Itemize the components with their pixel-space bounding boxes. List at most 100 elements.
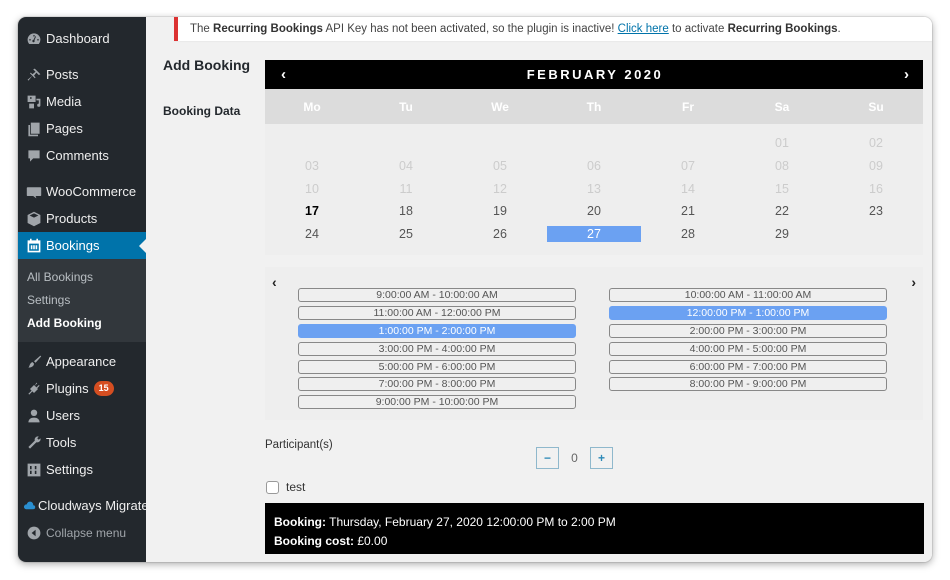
calendar-day[interactable]: 23 [829, 200, 923, 223]
wrench-icon [18, 435, 46, 451]
sidebar-item-pages[interactable]: Pages [18, 115, 146, 142]
weekday-label: Tu [399, 99, 413, 114]
weekday-label: Mo [303, 99, 321, 114]
cloud-icon [18, 498, 38, 514]
activate-link[interactable]: Click here [618, 23, 669, 35]
calendar-day[interactable]: 28 [641, 223, 735, 246]
weekday-label: We [491, 99, 509, 114]
sidebar-item-label: Appearance [46, 354, 117, 369]
calendar-day[interactable]: 21 [641, 200, 735, 223]
calendar-day[interactable]: 29 [735, 223, 829, 246]
admin-sidebar: Dashboard Posts Media Pages Comments Woo… [18, 17, 149, 562]
box-icon [18, 211, 46, 227]
test-option[interactable]: test [266, 480, 305, 494]
participants-stepper: − 0 + [536, 447, 613, 469]
time-slot-button[interactable]: 7:00:00 PM - 8:00:00 PM [298, 377, 576, 392]
calendar-day: 13 [587, 181, 601, 196]
test-checkbox[interactable] [266, 480, 279, 494]
submenu-all-bookings[interactable]: All Bookings [18, 265, 146, 288]
page-title: Add Booking [163, 57, 251, 73]
sidebar-item-comments[interactable]: Comments [18, 142, 146, 169]
calendar-day[interactable]: 27 [547, 225, 641, 243]
calendar-day[interactable]: 24 [265, 223, 359, 246]
calendar-day[interactable]: 19 [453, 200, 547, 223]
paintbrush-icon [18, 354, 46, 370]
sidebar-item-woocommerce[interactable]: WooCommerce [18, 178, 146, 205]
calendar-empty-cell [641, 132, 735, 155]
calendar-day[interactable]: 25 [359, 223, 453, 246]
notice-text: The Recurring Bookings API Key has not b… [190, 23, 841, 35]
time-slot-button[interactable]: 9:00:00 PM - 10:00:00 PM [298, 395, 576, 410]
calendar-day: 04 [399, 159, 413, 174]
sidebar-item-bookings[interactable]: Bookings [18, 232, 146, 259]
participants-value: 0 [571, 451, 578, 465]
time-slot-button[interactable]: 11:00:00 AM - 12:00:00 PM [298, 305, 576, 320]
api-key-notice: The Recurring Bookings API Key has not b… [174, 17, 932, 41]
calendar-day: 05 [493, 159, 507, 174]
calendar-empty-cell [359, 132, 453, 155]
calendar-month-title: FEBRUARY 2020 [526, 67, 664, 82]
weekday-label: Su [868, 99, 884, 114]
collapse-menu-button[interactable]: Collapse menu [18, 519, 146, 546]
next-month-button[interactable]: › [904, 66, 909, 83]
sidebar-item-cloudways-migrate[interactable]: Cloudways Migrate [18, 492, 149, 519]
sidebar-item-tools[interactable]: Tools [18, 429, 146, 456]
increment-button[interactable]: + [590, 447, 613, 469]
sidebar-item-label: Comments [46, 148, 109, 163]
calendar-days-grid: 01 02 03 04 05 06 07 08 09 10 11 12 13 14 15 16 17 18 19 20… [265, 124, 923, 256]
sidebar-item-dashboard[interactable]: Dashboard [18, 25, 146, 52]
calendar-day[interactable]: 22 [735, 200, 829, 223]
calendar-day[interactable]: 26 [453, 223, 547, 246]
sidebar-item-label: Dashboard [46, 31, 110, 46]
collapse-menu-label: Collapse menu [46, 525, 127, 540]
sidebar-item-settings[interactable]: Settings [18, 456, 146, 483]
time-slots-left-column: 9:00:00 AM - 10:00:00 AM 11:00:00 AM - 12… [298, 288, 576, 413]
prev-slots-button[interactable]: ‹ [272, 274, 277, 290]
time-slot-button[interactable]: 3:00:00 PM - 4:00:00 PM [298, 341, 576, 356]
time-slot-button[interactable]: 5:00:00 PM - 6:00:00 PM [298, 359, 576, 374]
time-slot-button[interactable]: 4:00:00 PM - 5:00:00 PM [609, 341, 887, 356]
time-slot-button[interactable]: 2:00:00 PM - 3:00:00 PM [609, 323, 887, 338]
sidebar-item-label: Products [46, 211, 98, 226]
calendar-empty-cell [265, 132, 359, 155]
time-slot-button[interactable]: 8:00:00 PM - 9:00:00 PM [609, 377, 887, 392]
sidebar-item-products[interactable]: Products [18, 205, 146, 232]
sidebar-item-label: Pages [46, 121, 83, 136]
calendar-day: 11 [399, 181, 413, 196]
submenu-add-booking[interactable]: Add Booking [18, 311, 146, 334]
submenu-settings[interactable]: Settings [18, 288, 146, 311]
time-slot-button[interactable]: 9:00:00 AM - 10:00:00 AM [298, 288, 576, 302]
calendar-day[interactable]: 20 [547, 200, 641, 223]
calendar-day[interactable]: 18 [359, 200, 453, 223]
sidebar-item-label: Cloudways Migrate [38, 498, 149, 513]
sidebar-item-posts[interactable]: Posts [18, 61, 146, 88]
calendar-day: 02 [869, 136, 883, 151]
time-slot-button[interactable]: 12:00:00 PM - 1:00:00 PM [609, 305, 887, 320]
sidebar-item-label: Media [46, 94, 82, 109]
time-slot-button[interactable]: 6:00:00 PM - 7:00:00 PM [609, 359, 887, 374]
calendar-day: 15 [775, 181, 789, 196]
sidebar-item-plugins[interactable]: Plugins 15 [18, 375, 146, 402]
calendar-day[interactable]: 17 [265, 200, 359, 223]
bookings-submenu: All Bookings Settings Add Booking [18, 259, 146, 342]
time-slot-button[interactable]: 10:00:00 AM - 11:00:00 AM [609, 288, 887, 302]
prev-month-button[interactable]: ‹ [281, 66, 286, 83]
booking-summary: Booking: Thursday, February 27, 2020 12:… [265, 503, 924, 554]
collapse-arrow-icon [18, 525, 46, 541]
time-slot-button[interactable]: 1:00:00 PM - 2:00:00 PM [298, 323, 576, 338]
booking-data-label: Booking Data [163, 104, 241, 118]
decrement-button[interactable]: − [536, 447, 559, 469]
media-icon [18, 94, 46, 110]
sidebar-item-media[interactable]: Media [18, 88, 146, 115]
participants-label: Participant(s) [265, 439, 333, 451]
calendar-day: 06 [587, 159, 601, 174]
next-slots-button[interactable]: › [911, 274, 916, 290]
sidebar-item-label: Settings [46, 462, 93, 477]
sidebar-item-appearance[interactable]: Appearance [18, 348, 146, 375]
calendar-day: 14 [681, 181, 695, 196]
main-content: The Recurring Bookings API Key has not b… [146, 17, 932, 562]
weekday-label: Th [586, 99, 602, 114]
weekday-header: Mo Tu We Th Fr Sa Su [265, 89, 923, 124]
sidebar-item-users[interactable]: Users [18, 402, 146, 429]
calendar-day: 08 [775, 159, 789, 174]
